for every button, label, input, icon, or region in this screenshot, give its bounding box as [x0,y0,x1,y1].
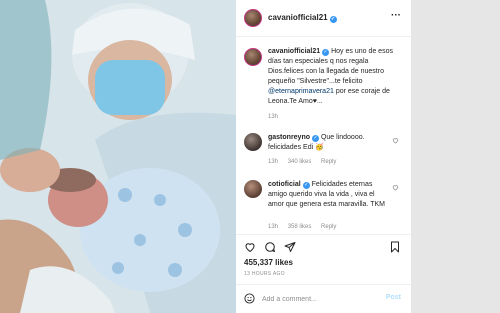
post-caption: cavaniofficial21 ✓ Hoy es uno de esos día… [268,47,406,107]
comment-meta: 13h 340 likes Reply [268,159,344,165]
comment-meta: 13h 358 likes Reply [268,224,344,230]
comment-item: gastonreyno ✓ Que lindoooo. felicidades E… [244,133,409,171]
caption-username[interactable]: cavaniofficial21 [268,48,320,55]
share-icon[interactable] [284,241,296,253]
comment-icon[interactable] [264,241,276,253]
comment-likes[interactable]: 340 likes [288,159,312,165]
emoji-icon[interactable] [244,293,255,304]
action-bar [236,234,411,254]
caption-time: 13h [268,114,279,120]
post-photo[interactable] [0,0,236,313]
comment-time: 13h [268,224,279,230]
heart-icon[interactable] [244,241,256,253]
more-horizontal-icon[interactable]: ··· [391,10,401,21]
post-button[interactable]: Post [386,294,401,301]
reply-button[interactable]: Reply [321,224,336,230]
instagram-post-card: cavaniofficial21 ✓ ··· cavaniofficial21 ✓ … [0,0,411,313]
post-header: cavaniofficial21 ✓ ··· [236,0,411,37]
author-avatar[interactable] [244,9,262,27]
reply-button[interactable]: Reply [321,159,336,165]
post-side-panel: cavaniofficial21 ✓ ··· cavaniofficial21 ✓ … [236,0,411,313]
comment-text: gastonreyno ✓ Que lindoooo. felicidades E… [268,133,390,153]
post-photo-illustration [0,0,236,313]
comment-username[interactable]: cotioficial [268,181,301,188]
comment-item: cotioficial ✓ Felicidades eternas amigo q… [244,180,409,234]
verified-badge-icon: ✓ [312,135,320,142]
heart-outline-icon[interactable] [392,137,399,144]
comment-avatar[interactable] [244,180,262,198]
caption-avatar[interactable] [244,48,262,66]
add-comment-bar: Post [236,284,411,313]
comment-text: cotioficial ✓ Felicidades eternas amigo q… [268,180,390,210]
comment-time: 13h [268,159,279,165]
comment-avatar[interactable] [244,133,262,151]
post-timestamp: 13 HOURS AGO [244,271,285,277]
comment-likes[interactable]: 358 likes [288,224,312,230]
comment-username[interactable]: gastonreyno [268,134,310,141]
comment-input[interactable] [262,292,372,306]
heart-outline-icon[interactable] [392,184,399,191]
background: cavaniofficial21 ✓ ··· cavaniofficial21 ✓ … [0,0,500,313]
verified-badge-icon: ✓ [329,16,337,23]
author-username[interactable]: cavaniofficial21 ✓ [268,13,337,23]
bookmark-icon[interactable] [389,241,401,253]
verified-badge-icon: ✓ [322,49,330,56]
caption-mention[interactable]: @eternaprimavera21 [268,88,334,95]
verified-badge-icon: ✓ [302,182,310,189]
likes-count[interactable]: 455,337 likes [244,258,293,267]
